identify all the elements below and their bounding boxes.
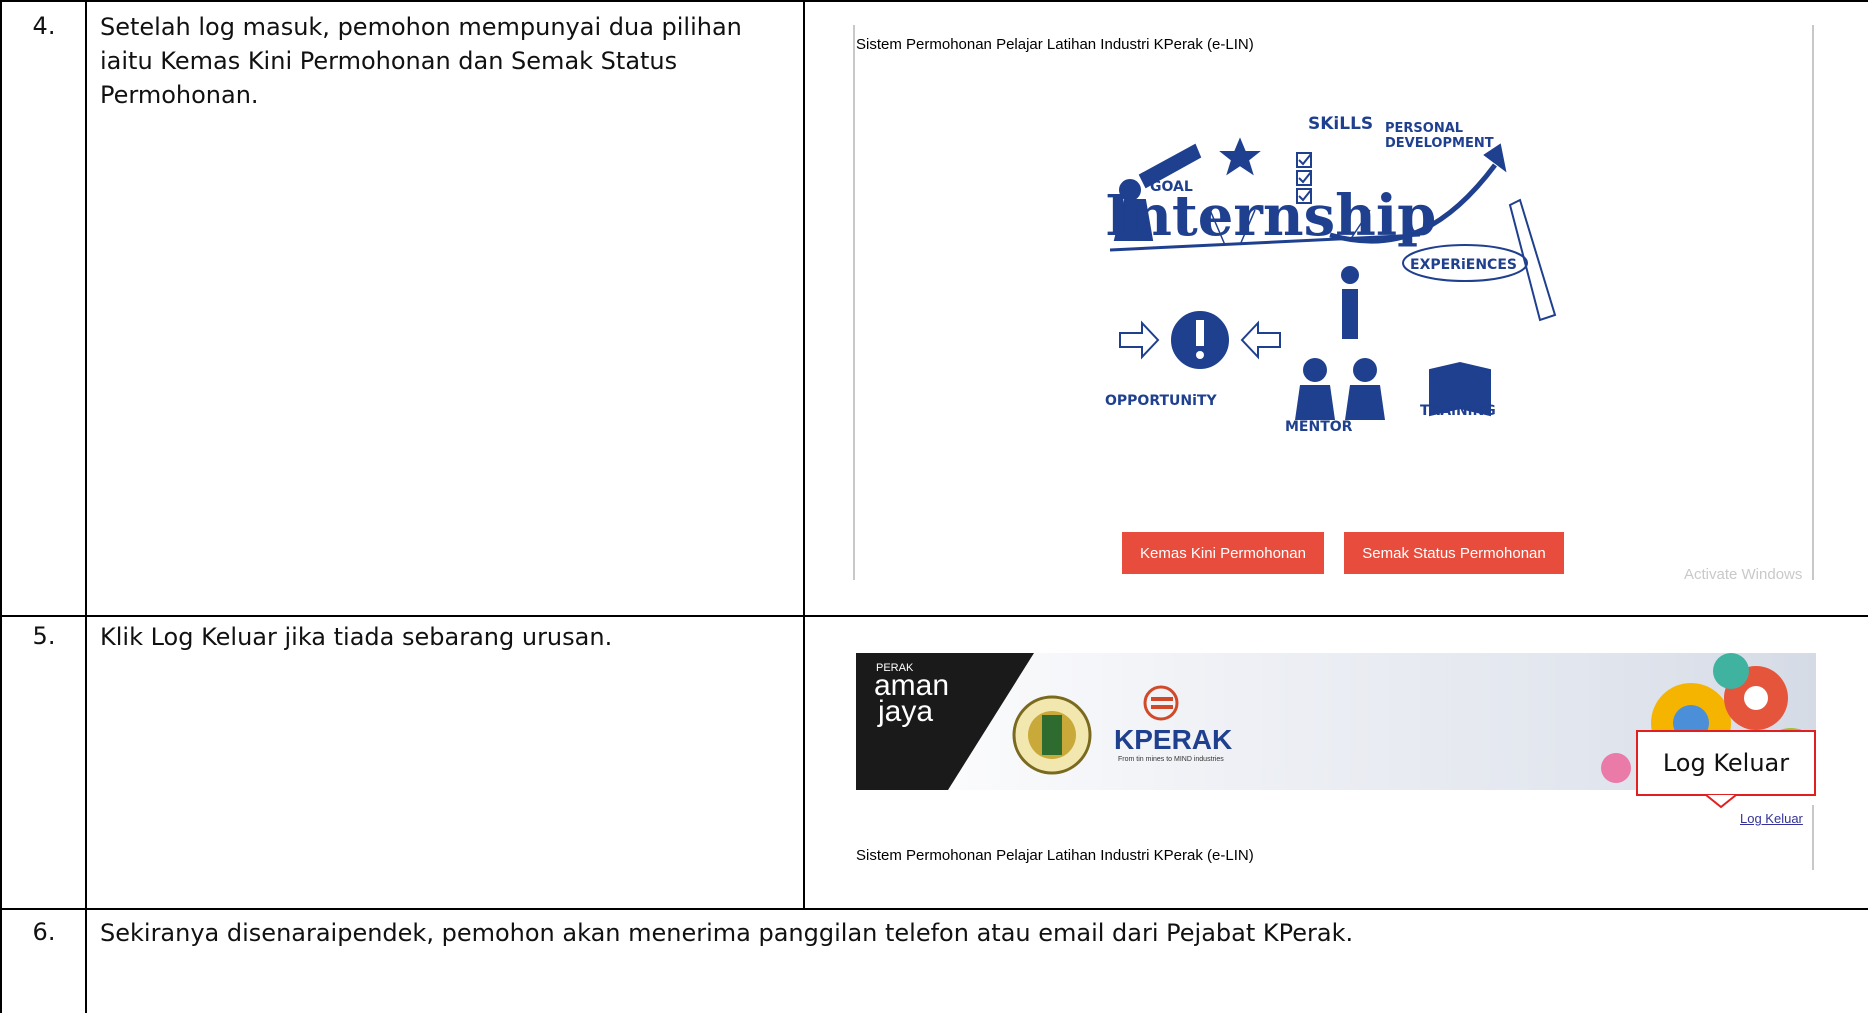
arrow-right-icon: [1119, 320, 1160, 360]
internship-illustration: SKiLLS PERSONAL DEVELOPMENT GOAL Interns…: [1105, 115, 1557, 435]
check-status-button[interactable]: Semak Status Permohonan: [1344, 532, 1564, 574]
step-number: 6.: [32, 918, 56, 946]
label-training: TRAiNiNG: [1420, 403, 1496, 419]
exclamation-icon: [1171, 311, 1229, 369]
banner-kperak: KPERAK: [1114, 724, 1232, 755]
label-experiences: EXPERiENCES: [1410, 257, 1517, 273]
perak-crest-icon: [1012, 695, 1092, 775]
banner-tagline: From tin mines to MIND industries: [1118, 756, 1224, 763]
column-divider-number: [85, 0, 87, 1013]
screenshot-border: [853, 25, 855, 580]
table-border-top: [0, 0, 1868, 2]
banner-jaya: jaya: [877, 695, 933, 728]
callout-pointer: [1706, 795, 1736, 809]
step-description: Sekiranya disenaraipendek, pemohon akan …: [100, 919, 1354, 947]
row-divider-4-5: [0, 615, 1868, 617]
label-development: DEVELOPMENT: [1385, 136, 1494, 151]
system-title: Sistem Permohonan Pelajar Latihan Indust…: [856, 847, 1254, 864]
label-personal: PERSONAL: [1385, 121, 1463, 136]
step-number: 5.: [32, 622, 56, 650]
step-number: 4.: [32, 12, 56, 40]
step-description: Setelah log masuk, pemohon mempunyai dua…: [100, 13, 742, 109]
screenshot-border: [1812, 25, 1814, 580]
column-divider-screenshot: [803, 0, 805, 909]
row-divider-5-6: [0, 908, 1868, 910]
mentor-people-icon: [1295, 358, 1385, 420]
log-keluar-callout: Log Keluar: [1636, 730, 1816, 796]
info-icon: [1341, 266, 1359, 339]
activate-windows-watermark: Activate Windows: [1684, 566, 1803, 580]
table-border-left: [0, 0, 2, 1013]
screenshot-border: [1812, 805, 1814, 870]
label-skills: SKiLLS: [1308, 115, 1373, 134]
arrow-left-icon: [1240, 320, 1281, 360]
label-internship: Internship: [1105, 183, 1436, 249]
kperak-logo-icon: [1143, 685, 1179, 721]
label-opportunity: OPPORTUNiTY: [1105, 393, 1217, 409]
logout-link[interactable]: Log Keluar: [1740, 811, 1803, 826]
update-application-button[interactable]: Kemas Kini Permohonan: [1122, 532, 1324, 574]
label-mentor: MENTOR: [1285, 419, 1353, 435]
step-description: Klik Log Keluar jika tiada sebarang urus…: [100, 623, 613, 651]
system-title: Sistem Permohonan Pelajar Latihan Indust…: [856, 36, 1254, 53]
star-icon: [1219, 137, 1261, 176]
